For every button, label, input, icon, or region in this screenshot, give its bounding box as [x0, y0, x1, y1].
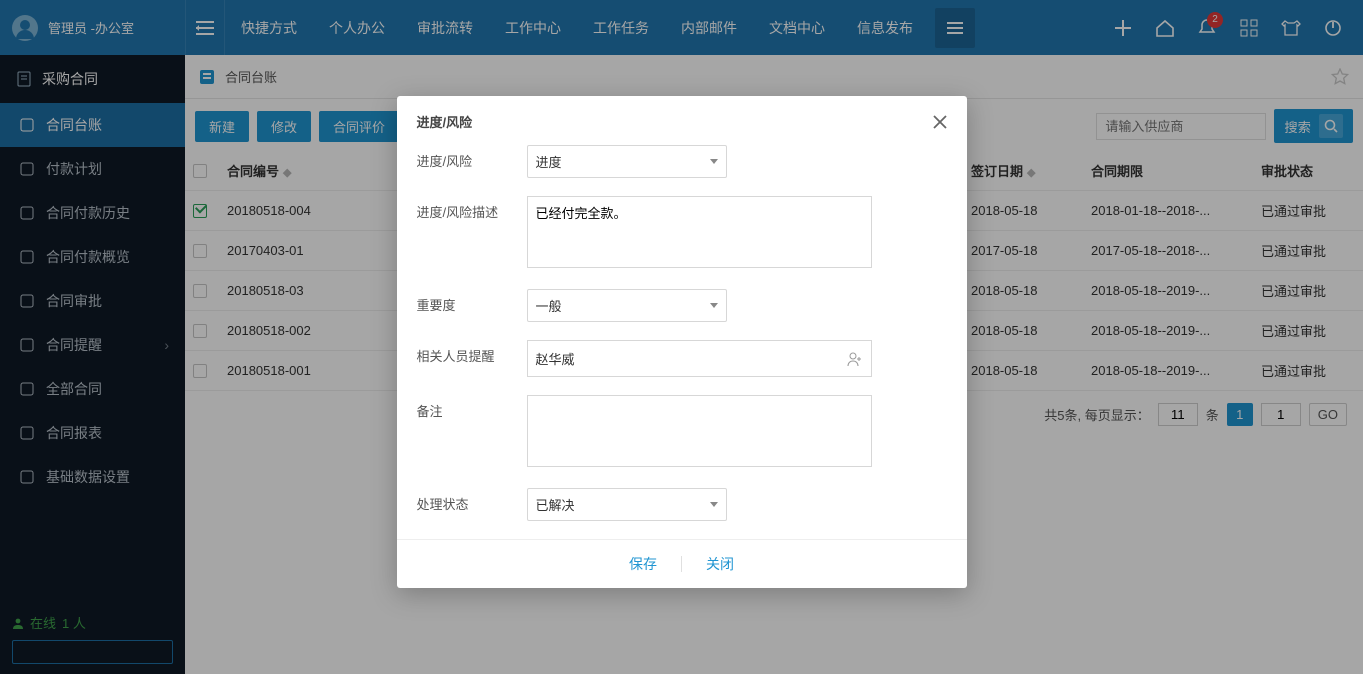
- remark-textarea[interactable]: [527, 395, 872, 467]
- status-label: 处理状态: [417, 488, 527, 521]
- desc-label: 进度/风险描述: [417, 196, 527, 271]
- type-select[interactable]: 进度: [527, 145, 727, 178]
- progress-risk-modal: 进度/风险 进度/风险 进度 进度/风险描述 重要度 一般 相关人员提醒 赵华威: [397, 96, 967, 588]
- importance-label: 重要度: [417, 289, 527, 322]
- type-label: 进度/风险: [417, 145, 527, 178]
- desc-textarea[interactable]: [527, 196, 872, 268]
- people-label: 相关人员提醒: [417, 340, 527, 377]
- add-person-icon[interactable]: [847, 351, 863, 367]
- chevron-down-icon: [710, 502, 718, 507]
- close-button[interactable]: 关闭: [706, 554, 734, 574]
- people-picker[interactable]: 赵华威: [527, 340, 872, 377]
- modal-title: 进度/风险: [417, 112, 473, 131]
- chevron-down-icon: [710, 303, 718, 308]
- chevron-down-icon: [710, 159, 718, 164]
- remark-label: 备注: [417, 395, 527, 470]
- modal-close-button[interactable]: [933, 115, 947, 129]
- importance-select[interactable]: 一般: [527, 289, 727, 322]
- status-select[interactable]: 已解决: [527, 488, 727, 521]
- save-button[interactable]: 保存: [629, 554, 657, 574]
- close-icon: [933, 115, 947, 129]
